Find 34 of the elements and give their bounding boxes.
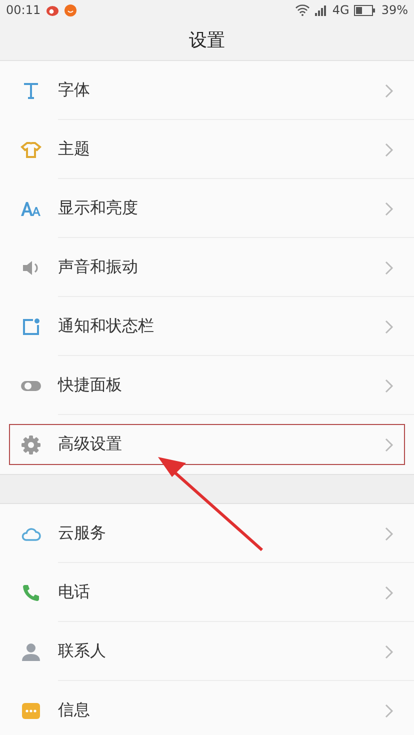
chevron-icon bbox=[384, 644, 394, 660]
page-title: 设置 bbox=[189, 29, 225, 52]
battery-icon bbox=[354, 4, 376, 16]
network-type: 4G bbox=[332, 3, 350, 17]
settings-item[interactable]: 高级设置 bbox=[0, 415, 414, 474]
chevron-icon bbox=[384, 82, 394, 98]
wifi-icon bbox=[295, 4, 310, 16]
chevron-icon bbox=[384, 584, 394, 600]
settings-item[interactable]: 通知和状态栏 bbox=[0, 297, 414, 356]
battery-percent: 39% bbox=[381, 3, 408, 17]
signal-icon bbox=[315, 4, 328, 16]
notification-icon bbox=[20, 316, 42, 338]
settings-item[interactable]: 云服务 bbox=[0, 504, 414, 563]
app-notification-icon bbox=[64, 4, 77, 16]
settings-item[interactable]: 主题 bbox=[0, 120, 414, 179]
settings-item[interactable]: 联系人 bbox=[0, 622, 414, 681]
status-time: 00:11 bbox=[6, 3, 41, 17]
chevron-icon bbox=[384, 142, 394, 158]
settings-item[interactable]: 电话 bbox=[0, 563, 414, 622]
gear-icon bbox=[20, 434, 42, 456]
settings-item[interactable]: 显示和亮度 bbox=[0, 179, 414, 238]
settings-item[interactable]: 字体 bbox=[0, 61, 414, 120]
settings-item[interactable]: 信息 bbox=[0, 681, 414, 735]
person-icon bbox=[20, 640, 42, 662]
chevron-icon bbox=[384, 378, 394, 394]
chevron-icon bbox=[384, 526, 394, 542]
chevron-icon bbox=[384, 436, 394, 452]
settings-item[interactable]: 声音和振动 bbox=[0, 238, 414, 297]
chevron-icon bbox=[384, 318, 394, 334]
settings-item[interactable]: 快捷面板 bbox=[0, 356, 414, 415]
chevron-icon bbox=[384, 702, 394, 718]
chevron-icon bbox=[384, 200, 394, 216]
chevron-icon bbox=[384, 260, 394, 276]
app-notification-icon bbox=[46, 4, 59, 16]
